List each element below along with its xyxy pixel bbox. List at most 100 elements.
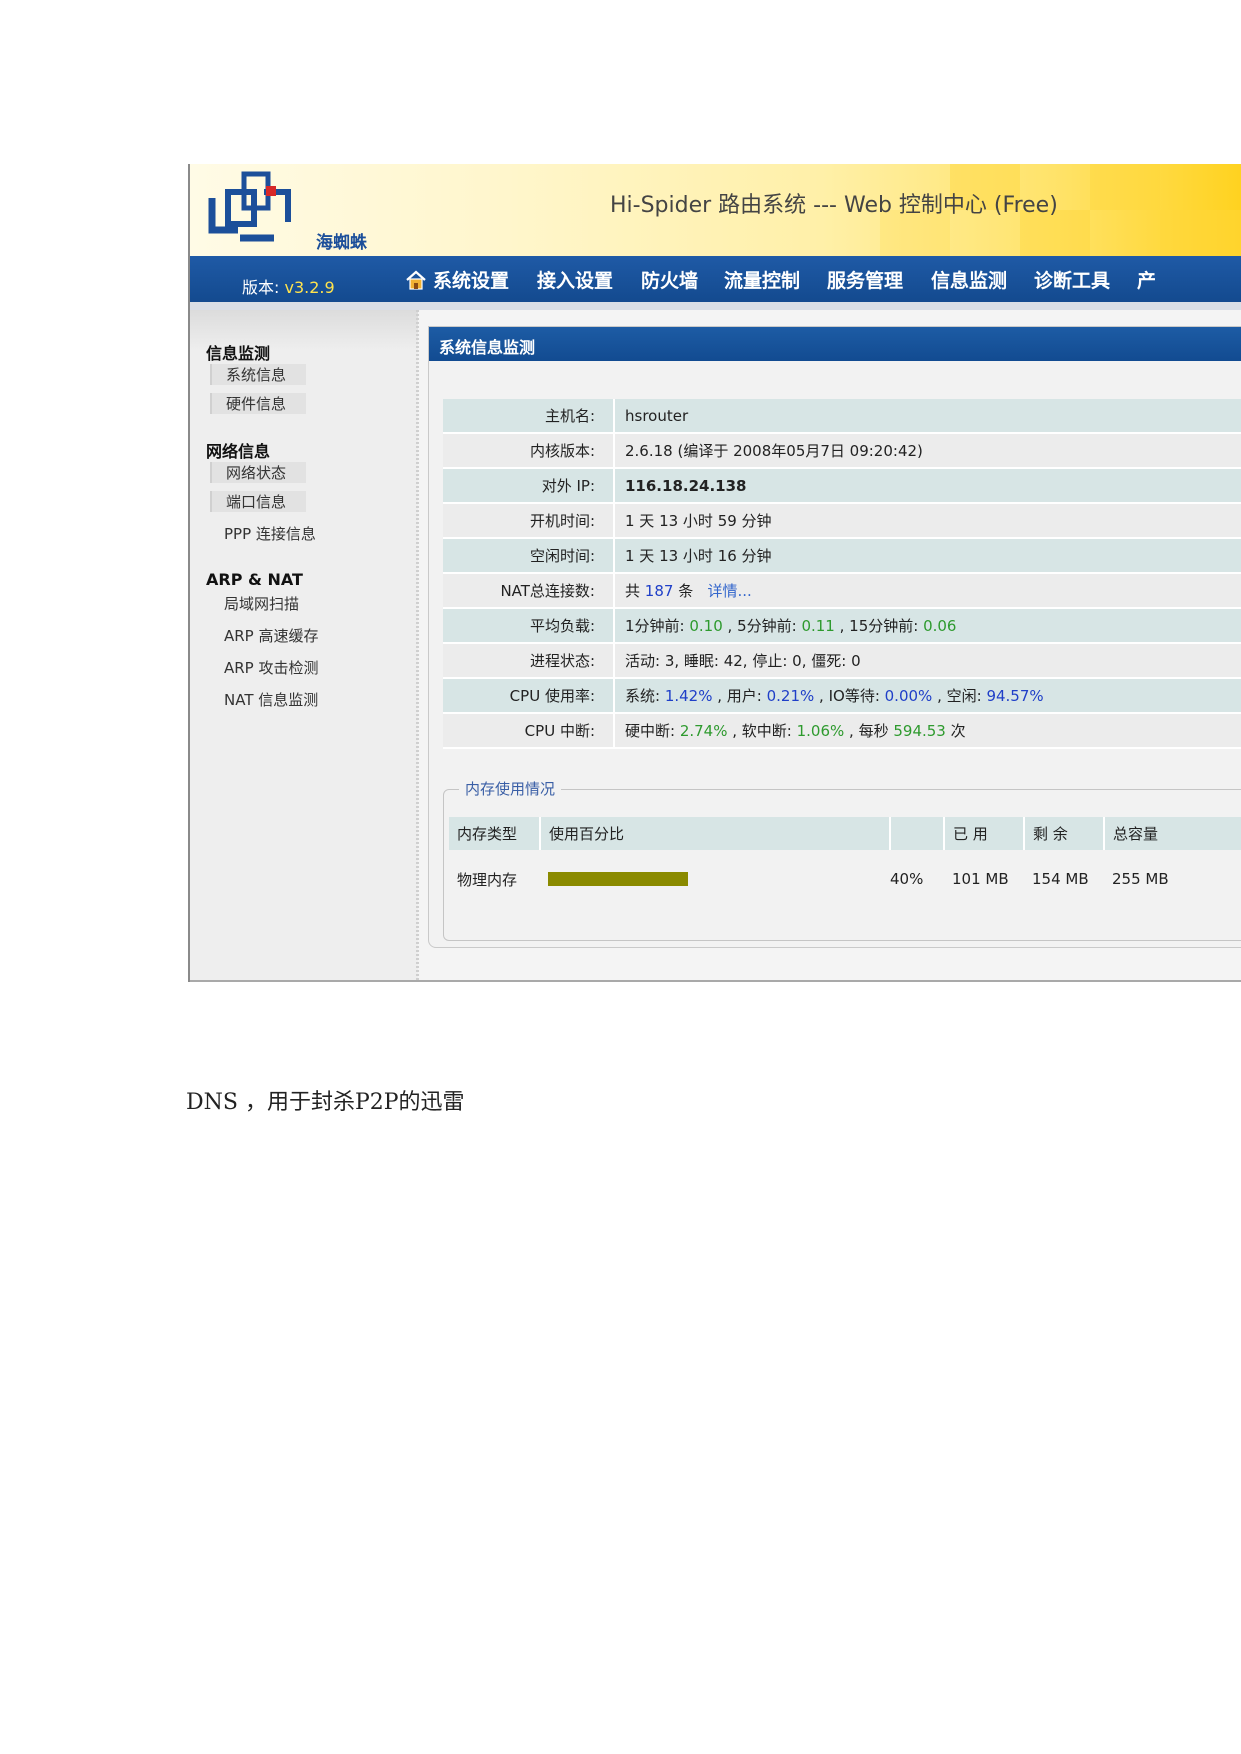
kernel-value: 2.6.18 (编译于 2008年05月7日 09:20:42) — [625, 442, 923, 460]
top-navigation: 版本: v3.2.9 系统设置 接入设置 防火墙 流量控制 服务管理 信息监测 … — [190, 256, 1241, 302]
mem-header-used: 已 用 — [944, 817, 1025, 850]
row-process-state: 进程状态: 活动: 3, 睡眠: 42, 停止: 0, 僵死: 0 — [443, 643, 1241, 678]
cpu-io: 0.00% — [884, 687, 933, 705]
memory-usage-bar-fill — [548, 872, 688, 886]
idle-value: 1 天 13 小时 16 分钟 — [625, 547, 772, 565]
system-info-panel: 系统信息监测 主机名: hsrouter 内核版本: 2.6.18 (编译于 2… — [428, 326, 1241, 948]
memory-table-header: 内存类型 使用百分比 已 用 剩 余 总容量 — [449, 817, 1241, 850]
nav-service-management[interactable]: 服务管理 — [827, 266, 903, 293]
nav-traffic-control[interactable]: 流量控制 — [724, 266, 800, 293]
nat-prefix: 共 — [625, 582, 645, 600]
sidebar-group-arp-nat: ARP & NAT — [206, 570, 303, 589]
hi-spider-logo: 海蜘蛛 — [208, 168, 408, 253]
cpu-value: 系统: 1.42% , 用户: 0.21% , IO等待: 0.00% , 空闲… — [614, 678, 1241, 713]
panel-header: 系统信息监测 — [429, 327, 1241, 361]
mem-header-pct-blank — [890, 817, 945, 850]
version-label: 版本: v3.2.9 — [242, 274, 335, 298]
sidebar-group-network-info: 网络信息 — [206, 442, 271, 461]
memory-usage-bar — [548, 872, 688, 886]
memory-table: 内存类型 使用百分比 已 用 剩 余 总容量 物理内存 40% 101 MB 1… — [449, 817, 1241, 908]
nat-details-link[interactable]: 详情... — [708, 582, 752, 600]
version-prefix: 版本: — [242, 278, 285, 297]
mem-header-type: 内存类型 — [449, 817, 541, 850]
cpu-idle-label: , 空闲: — [932, 687, 987, 705]
ip-label: 对外 IP: — [443, 468, 615, 503]
irq-value: 硬中断: 2.74% , 软中断: 1.06% , 每秒 594.53 次 — [614, 713, 1241, 748]
mem-total: 255 MB — [1112, 870, 1169, 888]
sidebar-item-system-info[interactable]: 系统信息 — [210, 364, 306, 385]
load-5-label: , 5分钟前: — [722, 617, 802, 635]
mem-used: 101 MB — [952, 870, 1009, 888]
cpu-user: 0.21% — [766, 687, 815, 705]
nav-firewall[interactable]: 防火墙 — [641, 266, 698, 293]
row-cpu-usage: CPU 使用率: 系统: 1.42% , 用户: 0.21% , IO等待: 0… — [443, 678, 1241, 713]
uptime-label: 开机时间: — [443, 503, 615, 538]
cpu-sys-label: 系统: — [625, 687, 665, 705]
nav-divider — [190, 302, 1241, 310]
document-text-line: DNS ，用于封杀P2P的迅雷 — [186, 1090, 465, 1115]
system-info-table: 主机名: hsrouter 内核版本: 2.6.18 (编译于 2008年05月… — [443, 399, 1241, 749]
load-15: 0.06 — [923, 617, 957, 635]
load-5: 0.11 — [801, 617, 835, 635]
sidebar-item-arp-attack[interactable]: ARP 攻击检测 — [210, 657, 319, 678]
cpu-idle: 94.57% — [986, 687, 1044, 705]
nav-diagnostic-tools[interactable]: 诊断工具 — [1034, 266, 1110, 293]
row-nat-connections: NAT总连接数: 共 187 条 详情... — [443, 573, 1241, 608]
row-uptime: 开机时间: 1 天 13 小时 59 分钟 — [443, 503, 1241, 538]
mem-header-percent: 使用百分比 — [540, 817, 891, 850]
mem-free: 154 MB — [1032, 870, 1089, 888]
mem-header-total: 总容量 — [1104, 817, 1241, 850]
row-load-average: 平均负载: 1分钟前: 0.10 , 5分钟前: 0.11 , 15分钟前: 0… — [443, 608, 1241, 643]
row-cpu-interrupts: CPU 中断: 硬中断: 2.74% , 软中断: 1.06% , 每秒 594… — [443, 713, 1241, 748]
cpu-label: CPU 使用率: — [443, 678, 615, 713]
version-number: v3.2.9 — [284, 278, 335, 297]
cpu-sys: 1.42% — [664, 687, 713, 705]
sidebar-item-arp-cache[interactable]: ARP 高速缓存 — [210, 625, 319, 646]
mem-bar-cell — [540, 850, 890, 908]
uptime-value: 1 天 13 小时 59 分钟 — [625, 512, 772, 530]
hostname-label: 主机名: — [443, 399, 615, 433]
nav-more-cut-off[interactable]: 产 — [1137, 266, 1156, 293]
irq-soft: 1.06% — [796, 722, 845, 740]
hostname-value: hsrouter — [625, 406, 689, 425]
panel-title: 系统信息监测 — [439, 338, 536, 357]
banner: 海蜘蛛 Hi-Spider 路由系统 --- Web 控制中心 (Free) — [190, 164, 1241, 256]
nav-info-monitor[interactable]: 信息监测 — [931, 266, 1007, 293]
screenshot-bottom-edge — [190, 980, 1241, 982]
nat-value: 共 187 条 详情... — [614, 573, 1241, 608]
mem-type: 物理内存 — [457, 870, 518, 889]
sidebar-item-network-status[interactable]: 网络状态 — [210, 462, 306, 483]
kernel-label: 内核版本: — [443, 433, 615, 468]
sidebar-item-nat-monitor[interactable]: NAT 信息监测 — [210, 689, 318, 710]
sidebar-item-port-info[interactable]: 端口信息 — [210, 491, 306, 512]
sidebar-group-info-monitor: 信息监测 — [206, 344, 271, 363]
ip-value: 116.18.24.138 — [625, 476, 747, 495]
sidebar-item-hardware-info[interactable]: 硬件信息 — [210, 393, 306, 414]
irq-rate-unit: 次 — [945, 722, 966, 740]
idle-label: 空闲时间: — [443, 538, 615, 573]
load-15-label: , 15分钟前: — [834, 617, 924, 635]
row-idle-time: 空闲时间: 1 天 13 小时 16 分钟 — [443, 538, 1241, 573]
nav-access-settings[interactable]: 接入设置 — [537, 266, 613, 293]
irq-soft-label: , 软中断: — [727, 722, 797, 740]
nat-label: NAT总连接数: — [443, 573, 615, 608]
proc-value: 活动: 3, 睡眠: 42, 停止: 0, 僵死: 0 — [625, 652, 861, 670]
sidebar-item-ppp-info[interactable]: PPP 连接信息 — [210, 523, 316, 544]
nat-count: 187 — [644, 582, 674, 600]
nat-suffix: 条 — [673, 582, 694, 600]
sidebar-separator — [416, 310, 419, 982]
irq-hard: 2.74% — [679, 722, 728, 740]
router-web-console-screenshot: 海蜘蛛 Hi-Spider 路由系统 --- Web 控制中心 (Free) 版… — [188, 164, 1241, 982]
sidebar-item-lan-scan[interactable]: 局域网扫描 — [210, 593, 304, 614]
load-value: 1分钟前: 0.10 , 5分钟前: 0.11 , 15分钟前: 0.06 — [614, 608, 1241, 643]
cpu-user-label: , 用户: — [712, 687, 767, 705]
mem-header-free: 剩 余 — [1024, 817, 1105, 850]
load-label: 平均负载: — [443, 608, 615, 643]
spider-logo-icon — [208, 171, 291, 242]
nav-system-settings[interactable]: 系统设置 — [433, 266, 509, 293]
app-title: Hi-Spider 路由系统 --- Web 控制中心 (Free) — [610, 193, 1058, 218]
home-icon[interactable] — [405, 270, 427, 290]
logo-text: 海蜘蛛 — [316, 233, 367, 253]
irq-hard-label: 硬中断: — [625, 722, 680, 740]
irq-rate-label: , 每秒 — [844, 722, 894, 740]
